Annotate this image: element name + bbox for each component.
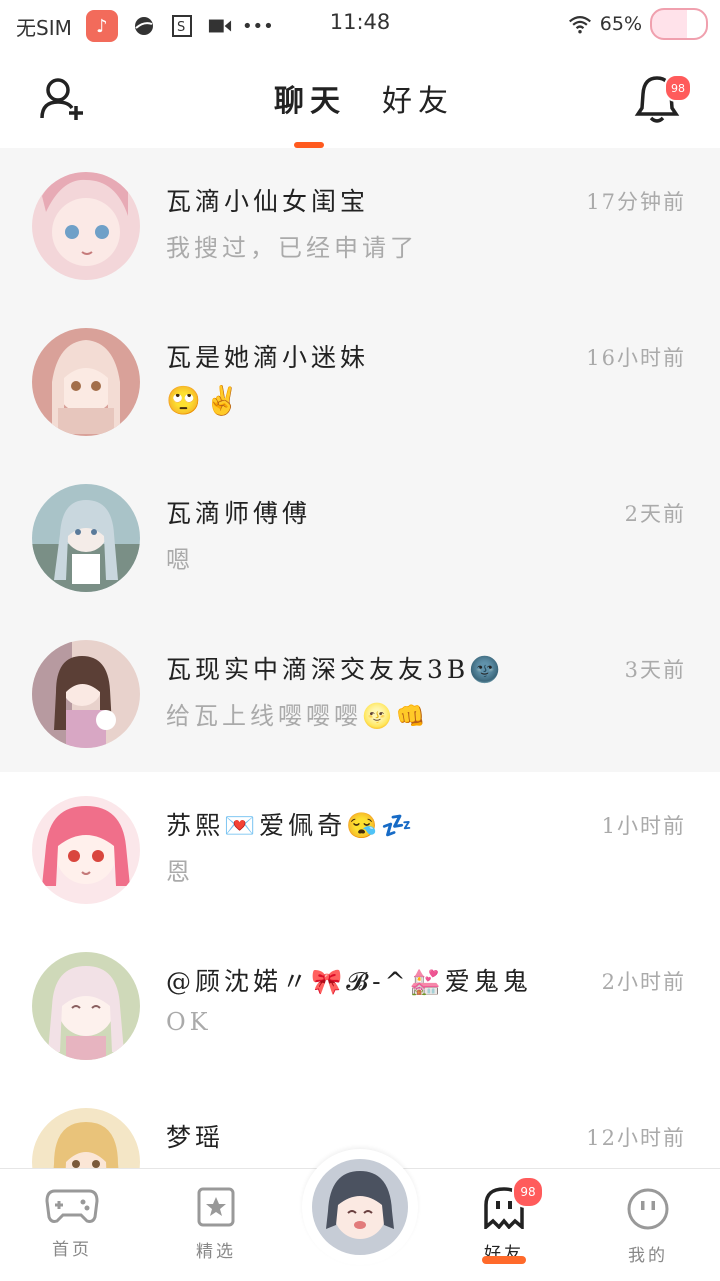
avatar bbox=[312, 1159, 408, 1255]
chat-item[interactable]: 瓦滴小仙女闺宝 17分钟前 我搜过，已经申请了 bbox=[0, 148, 720, 304]
chat-preview: 我搜过，已经申请了 bbox=[166, 234, 418, 262]
ghost-icon bbox=[482, 1187, 526, 1233]
add-friend-icon[interactable] bbox=[38, 76, 88, 122]
chat-time: 12小时前 bbox=[586, 1126, 686, 1150]
friends-badge: 98 bbox=[512, 1176, 544, 1208]
avatar[interactable] bbox=[32, 640, 140, 748]
wifi-icon bbox=[568, 12, 592, 36]
avatar[interactable] bbox=[32, 328, 140, 436]
face-icon bbox=[626, 1188, 670, 1235]
chat-name: 梦瑶 bbox=[166, 1123, 225, 1152]
chat-name: 苏熙💌爱佩奇😪💤 bbox=[166, 811, 417, 840]
chat-preview: 给瓦上线嘤嘤嘤🌝👊 bbox=[166, 702, 430, 730]
nav-label: 首页 bbox=[52, 1240, 92, 1260]
bottom-nav: 首页 精选 好友 我的 bbox=[0, 1149, 720, 1281]
chat-name: @顾沈婼〃🎀𝓑-^💒爱鬼鬼 bbox=[166, 967, 532, 996]
nav-label: 精选 bbox=[196, 1242, 236, 1262]
chat-name: 瓦现实中滴深交友友3B🌚 bbox=[166, 655, 505, 684]
chat-time: 2小时前 bbox=[601, 970, 686, 994]
header-tabs: 聊天 好友 bbox=[274, 76, 454, 120]
chat-time: 16小时前 bbox=[586, 346, 686, 370]
chat-time: 3天前 bbox=[624, 658, 686, 682]
chat-item[interactable]: 苏熙💌爱佩奇😪💤 1小时前 恩 bbox=[0, 772, 720, 928]
notification-badge: 98 bbox=[664, 74, 692, 102]
chat-list: 瓦滴小仙女闺宝 17分钟前 我搜过，已经申请了 瓦是她滴小迷妹 16小时前 🙄✌… bbox=[0, 148, 720, 1240]
avatar[interactable] bbox=[32, 796, 140, 904]
chat-time: 2天前 bbox=[624, 502, 686, 526]
top-header: 聊天 好友 bbox=[0, 46, 720, 149]
avatar[interactable] bbox=[32, 484, 140, 592]
chat-item[interactable]: 瓦滴师傅傅 2天前 嗯 bbox=[0, 460, 720, 616]
chat-name: 瓦是她滴小迷妹 bbox=[166, 343, 370, 372]
nav-label: 我的 bbox=[628, 1246, 668, 1266]
chat-item[interactable]: 瓦现实中滴深交友友3B🌚 3天前 给瓦上线嘤嘤嘤🌝👊 bbox=[0, 616, 720, 772]
battery-percent: 65% bbox=[599, 13, 642, 35]
active-nav-indicator bbox=[482, 1256, 526, 1264]
avatar[interactable] bbox=[32, 172, 140, 280]
chat-preview: 嗯 bbox=[166, 546, 194, 574]
nav-featured[interactable]: 精选 bbox=[166, 1187, 266, 1262]
tab-friends[interactable]: 好友 bbox=[382, 76, 454, 120]
star-bookmark-icon bbox=[196, 1187, 236, 1231]
tab-chat[interactable]: 聊天 bbox=[274, 76, 346, 120]
chat-preview: 恩 bbox=[166, 858, 194, 886]
chat-time: 17分钟前 bbox=[586, 190, 686, 214]
chat-time: 1小时前 bbox=[601, 814, 686, 838]
nav-home[interactable]: 首页 bbox=[22, 1187, 122, 1260]
chat-preview: OK bbox=[166, 1008, 212, 1036]
status-bar: 无SIM ♪ S ••• 11:48 65% bbox=[0, 0, 720, 46]
center-avatar-button[interactable] bbox=[302, 1149, 418, 1265]
avatar[interactable] bbox=[32, 952, 140, 1060]
gamepad-icon bbox=[45, 1189, 99, 1229]
chat-item[interactable]: @顾沈婼〃🎀𝓑-^💒爱鬼鬼 2小时前 OK bbox=[0, 928, 720, 1084]
chat-preview: 🙄✌ bbox=[166, 384, 244, 417]
chat-name: 瓦滴小仙女闺宝 bbox=[166, 187, 370, 216]
chat-item[interactable]: 瓦是她滴小迷妹 16小时前 🙄✌ bbox=[0, 304, 720, 460]
battery-icon bbox=[650, 8, 708, 40]
nav-me[interactable]: 我的 bbox=[598, 1187, 698, 1266]
chat-name: 瓦滴师傅傅 bbox=[166, 499, 312, 528]
